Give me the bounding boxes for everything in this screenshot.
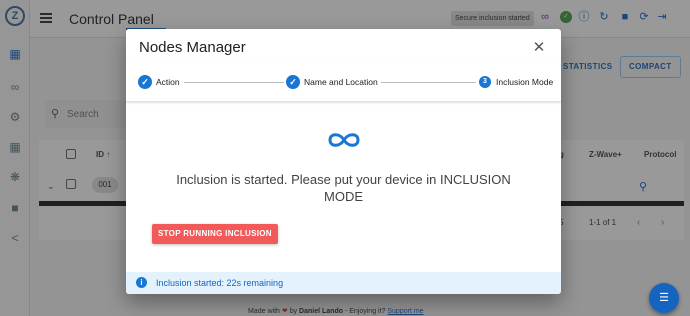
menu-icon: ☰: [659, 292, 669, 304]
infinity-icon: [328, 133, 360, 147]
inclusion-message: Inclusion is started. Please put your de…: [176, 172, 511, 204]
stepper: ✓ Action ✓ Name and Location 3 Inclusion…: [126, 64, 561, 102]
check-icon: ✓: [286, 75, 300, 89]
step-divider: [184, 82, 284, 83]
step-divider: [381, 82, 476, 83]
step-label: Action: [156, 77, 180, 87]
step-label: Name and Location: [304, 77, 378, 87]
step-number: 3: [479, 76, 491, 88]
fab-menu-button[interactable]: ☰: [649, 283, 679, 313]
dialog-title: Nodes Manager: [139, 39, 246, 56]
info-icon: i: [136, 277, 147, 288]
alert-text: Inclusion started: 22s remaining: [156, 278, 284, 288]
step-label: Inclusion Mode: [496, 77, 554, 87]
check-icon: ✓: [138, 75, 152, 89]
stop-inclusion-button[interactable]: STOP RUNNING INCLUSION: [152, 224, 278, 244]
dialog-body: Inclusion is started. Please put your de…: [126, 102, 561, 272]
nodes-manager-dialog: Nodes Manager ✕ ✓ Action ✓ Name and Loca…: [126, 29, 561, 294]
inclusion-alert: i Inclusion started: 22s remaining: [126, 272, 561, 294]
close-icon[interactable]: ✕: [530, 39, 548, 57]
